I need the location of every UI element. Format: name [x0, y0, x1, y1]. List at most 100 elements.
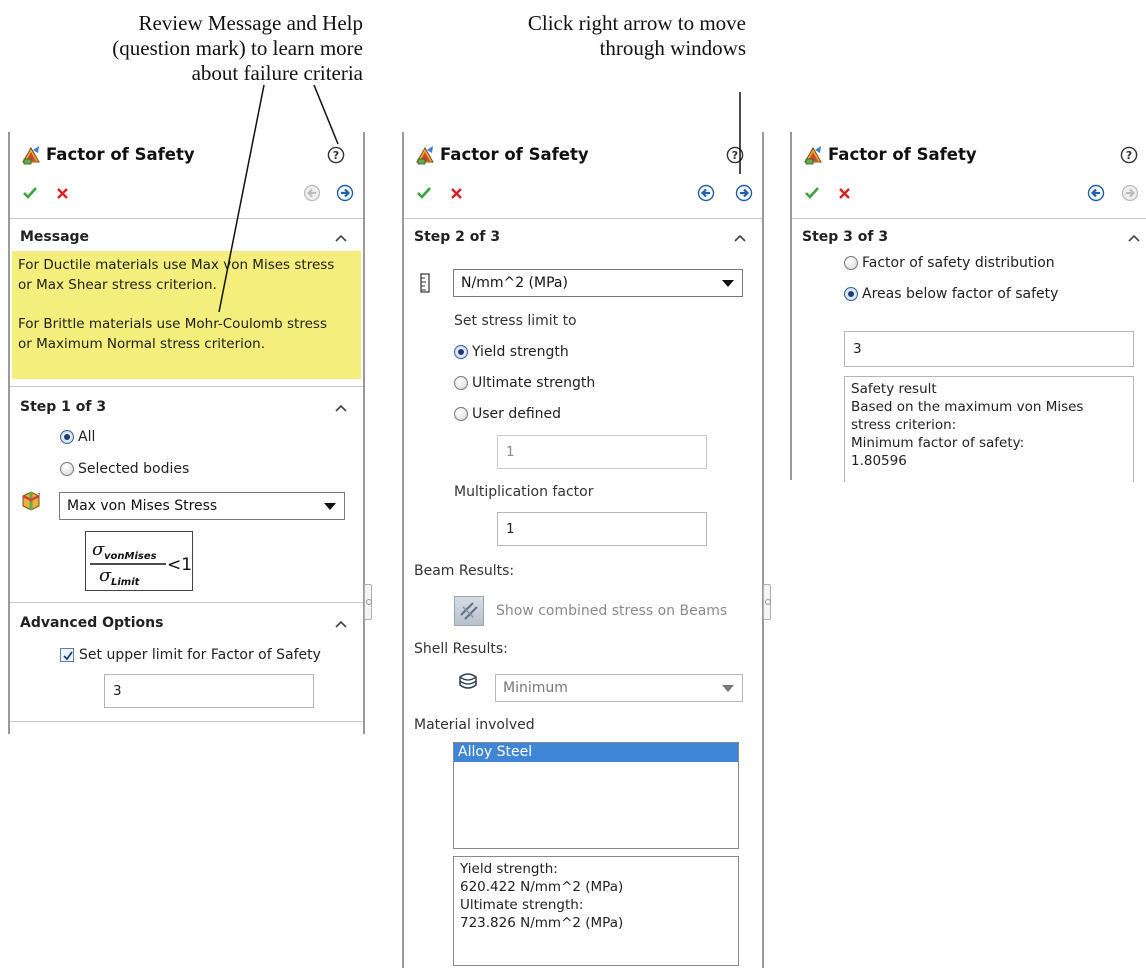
combined-stress-beams-toggle[interactable]	[454, 596, 484, 626]
radio-label: User defined	[472, 406, 562, 422]
panel-header: Factor of Safety ?	[404, 132, 762, 180]
callout-line: (question mark) to learn more	[112, 36, 363, 60]
upper-limit-input[interactable]: 3	[104, 674, 314, 708]
radio-button[interactable]	[60, 430, 74, 444]
step-section-title[interactable]: Step 1 of 3	[20, 399, 106, 415]
svg-text:?: ?	[1126, 149, 1132, 162]
next-arrow-icon[interactable]	[1121, 184, 1139, 202]
dropdown-arrow-icon[interactable]	[722, 280, 734, 287]
callout-line: Click right arrow to move	[527, 11, 746, 35]
radio-button[interactable]	[60, 462, 74, 476]
collapse-caret-icon[interactable]	[335, 234, 347, 242]
previous-arrow-icon[interactable]	[697, 184, 715, 202]
criterion-formula: σ vonMises σ Limit <1	[85, 531, 193, 591]
radio-label: All	[78, 429, 96, 445]
property-line: Yield strength:	[460, 861, 558, 877]
previous-arrow-icon[interactable]	[1087, 184, 1105, 202]
radio-button[interactable]	[844, 287, 858, 301]
svg-text:?: ?	[37, 492, 41, 500]
collapse-caret-icon[interactable]	[335, 620, 347, 628]
panel-title: Factor of Safety	[46, 145, 195, 164]
arrow-callout-text: Click right arrow to move through window…	[440, 11, 746, 61]
advanced-section-title[interactable]: Advanced Options	[20, 615, 163, 631]
safety-result-box: Safety result Based on the maximum von M…	[844, 376, 1134, 482]
beam-icon	[460, 602, 478, 620]
material-list-item[interactable]: Alloy Steel	[454, 743, 738, 762]
ok-checkmark-icon[interactable]	[22, 185, 38, 201]
help-icon[interactable]: ?	[1120, 146, 1138, 164]
step-section-title[interactable]: Step 2 of 3	[414, 229, 500, 245]
radio-button[interactable]	[844, 256, 858, 270]
help-icon[interactable]: ?	[726, 146, 744, 164]
message-section-title[interactable]: Message	[20, 229, 89, 245]
radio-label: Areas below factor of safety	[862, 286, 1059, 302]
help-icon[interactable]: ?	[327, 146, 345, 164]
formula-relation: <1	[167, 555, 192, 575]
combined-stress-beams-label: Show combined stress on Beams	[496, 603, 728, 619]
factor-of-safety-icon	[416, 146, 434, 165]
message-paragraph: For Ductile materials use Max von Mises …	[18, 255, 357, 295]
panel-resize-grip[interactable]	[763, 584, 771, 620]
multiplication-factor-input[interactable]: 1	[497, 512, 707, 546]
next-arrow-icon[interactable]	[336, 184, 354, 202]
message-line: or Max Shear stress criterion.	[18, 277, 217, 293]
radio-button[interactable]	[454, 376, 468, 390]
ok-checkmark-icon[interactable]	[416, 185, 432, 201]
fos-panel-step3: Factor of Safety ? Step 3 of 3 Factor of…	[790, 132, 1146, 482]
radio-button[interactable]	[454, 407, 468, 421]
next-arrow-icon[interactable]	[735, 184, 753, 202]
callout-line: Review Message and Help	[138, 11, 363, 35]
cancel-x-icon[interactable]	[838, 187, 851, 200]
shell-results-dropdown[interactable]: Minimum	[495, 674, 743, 702]
collapse-caret-icon[interactable]	[734, 234, 746, 242]
collapse-caret-icon[interactable]	[1128, 234, 1140, 242]
property-line: 723.826 N/mm^2 (MPa)	[460, 915, 624, 931]
ok-checkmark-icon[interactable]	[804, 185, 820, 201]
message-line: For Ductile materials use Max von Mises …	[18, 257, 335, 273]
radio-selected-bodies[interactable]: Selected bodies	[60, 461, 189, 481]
step-section-title[interactable]: Step 3 of 3	[802, 229, 888, 245]
units-dropdown[interactable]: N/mm^2 (MPa)	[453, 269, 743, 297]
dropdown-value: Max von Mises Stress	[67, 498, 218, 514]
collapse-caret-icon[interactable]	[335, 404, 347, 412]
shell-icon	[459, 673, 477, 689]
property-line: Ultimate strength:	[460, 897, 584, 913]
radio-user-defined[interactable]: User defined	[454, 406, 561, 426]
factor-of-safety-icon	[22, 146, 40, 165]
dropdown-arrow-icon[interactable]	[722, 685, 734, 692]
svg-text:?: ?	[732, 149, 738, 162]
fos-threshold-input[interactable]: 3	[844, 331, 1134, 367]
radio-ultimate-strength[interactable]: Ultimate strength	[454, 375, 595, 395]
upper-limit-checkbox-row[interactable]: Set upper limit for Factor of Safety	[60, 647, 321, 667]
dropdown-value: N/mm^2 (MPa)	[461, 275, 568, 291]
criterion-dropdown[interactable]: Max von Mises Stress	[59, 492, 345, 520]
toolbar-separator	[10, 218, 363, 219]
user-defined-input[interactable]: 1	[497, 435, 707, 469]
previous-arrow-icon[interactable]	[303, 184, 321, 202]
panel-resize-grip[interactable]	[364, 584, 372, 620]
radio-label: Factor of safety distribution	[862, 255, 1055, 271]
section-separator	[10, 721, 363, 722]
cancel-x-icon[interactable]	[450, 187, 463, 200]
result-line: stress criterion:	[851, 417, 957, 433]
radio-fos-distribution[interactable]: Factor of safety distribution	[844, 255, 1055, 275]
toolbar-separator	[792, 218, 1146, 219]
fos-panel-step1: Factor of Safety ? Message For Ductile m…	[8, 132, 365, 734]
message-line: or Maximum Normal stress criterion.	[18, 336, 266, 352]
message-box: For Ductile materials use Max von Mises …	[12, 251, 361, 379]
fos-panel-step2: Factor of Safety ? Step 2 of 3 N/mm^2 (M…	[402, 132, 764, 968]
material-list[interactable]: Alloy Steel	[453, 742, 739, 849]
radio-all[interactable]: All	[60, 429, 95, 449]
radio-button[interactable]	[454, 345, 468, 359]
radio-areas-below-fos[interactable]: Areas below factor of safety	[844, 286, 1058, 306]
radio-label: Yield strength	[472, 344, 569, 360]
help-callout-text: Review Message and Help (question mark) …	[40, 11, 363, 86]
cancel-x-icon[interactable]	[56, 187, 69, 200]
result-line: Based on the maximum von Mises	[851, 399, 1084, 415]
property-line: 620.422 N/mm^2 (MPa)	[460, 879, 624, 895]
radio-label: Selected bodies	[78, 461, 190, 477]
result-line: Safety result	[851, 381, 937, 397]
dropdown-arrow-icon[interactable]	[324, 503, 336, 510]
radio-yield-strength[interactable]: Yield strength	[454, 344, 569, 364]
upper-limit-checkbox[interactable]	[60, 648, 74, 662]
